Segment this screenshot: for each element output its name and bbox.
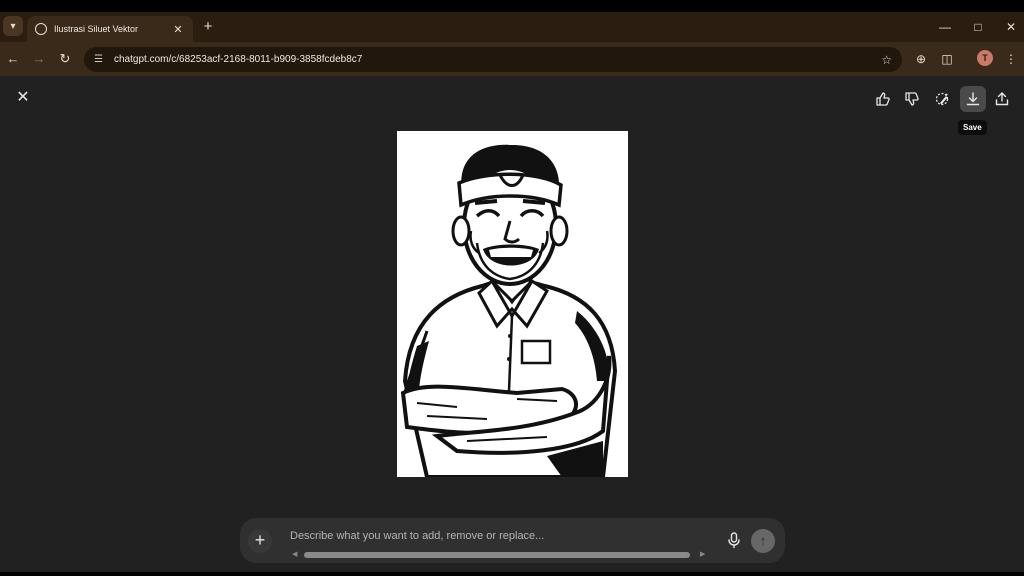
tab-strip: ▾ Ilustrasi Siluet Vektor ✕ + — □ ✕ [0, 12, 1024, 42]
generated-image[interactable] [397, 131, 628, 477]
close-viewer-button[interactable]: ✕ [13, 88, 33, 108]
profile-avatar[interactable]: T [977, 50, 993, 66]
thumbs-up-icon [876, 92, 890, 106]
extensions-puzzle-icon[interactable]: ◫ [938, 50, 956, 68]
microphone-button[interactable] [724, 530, 744, 550]
bookmark-star-icon[interactable]: ☆ [881, 53, 892, 67]
tab-search-button[interactable]: ▾ [3, 16, 23, 36]
share-button[interactable] [989, 86, 1015, 112]
new-tab-button[interactable]: + [199, 18, 217, 36]
back-button[interactable]: ← [4, 50, 22, 68]
scrollbar-thumb[interactable] [304, 552, 690, 558]
browser-chrome: ▾ Ilustrasi Siluet Vektor ✕ + — □ ✕ ← → … [0, 12, 1024, 76]
send-button[interactable]: ↑ [751, 529, 775, 553]
tab-title: Ilustrasi Siluet Vektor [54, 24, 139, 34]
scroll-left-icon[interactable]: ◀ [292, 551, 297, 559]
microphone-icon [728, 532, 740, 549]
edit-prompt-input[interactable] [290, 528, 720, 544]
extension-plus-icon[interactable]: ⊕ [912, 50, 930, 68]
maximize-button[interactable]: □ [969, 18, 987, 36]
add-attachment-button[interactable]: + [248, 529, 272, 553]
man-portrait-illustration [397, 131, 628, 477]
download-icon [966, 92, 980, 106]
image-viewer: ✕ Save + Describe what you want to add, … [0, 76, 1024, 572]
thumbs-down-button[interactable] [899, 86, 925, 112]
horizontal-scrollbar[interactable]: ◀ ▶ [292, 551, 712, 559]
thumbs-down-icon [905, 92, 919, 106]
minimize-button[interactable]: — [936, 18, 954, 36]
save-button[interactable] [960, 86, 986, 112]
close-window-button[interactable]: ✕ [1002, 18, 1020, 36]
edit-selection-button[interactable] [929, 86, 955, 112]
thumbs-up-button[interactable] [870, 86, 896, 112]
brush-select-icon [935, 92, 949, 106]
scroll-right-icon[interactable]: ▶ [700, 551, 705, 559]
browser-toolbar: ← → ↻ ☰ chatgpt.com/c/68253acf-2168-8011… [0, 42, 1024, 76]
chatgpt-favicon-icon [35, 23, 47, 35]
reload-button[interactable]: ↻ [56, 50, 74, 68]
save-tooltip: Save [958, 120, 987, 135]
browser-menu-icon[interactable]: ⋮ [1002, 50, 1020, 68]
address-bar[interactable]: ☰ chatgpt.com/c/68253acf-2168-8011-b909-… [84, 47, 902, 72]
active-tab[interactable]: Ilustrasi Siluet Vektor ✕ [27, 16, 193, 42]
edit-prompt-composer: + ◀ ▶ ↑ [240, 518, 785, 563]
forward-button[interactable]: → [30, 50, 48, 68]
share-upload-icon [995, 92, 1009, 106]
site-info-icon[interactable]: ☰ [94, 54, 106, 66]
url-text[interactable]: chatgpt.com/c/68253acf-2168-8011-b909-38… [114, 54, 881, 65]
tab-close-icon[interactable]: ✕ [171, 23, 185, 36]
